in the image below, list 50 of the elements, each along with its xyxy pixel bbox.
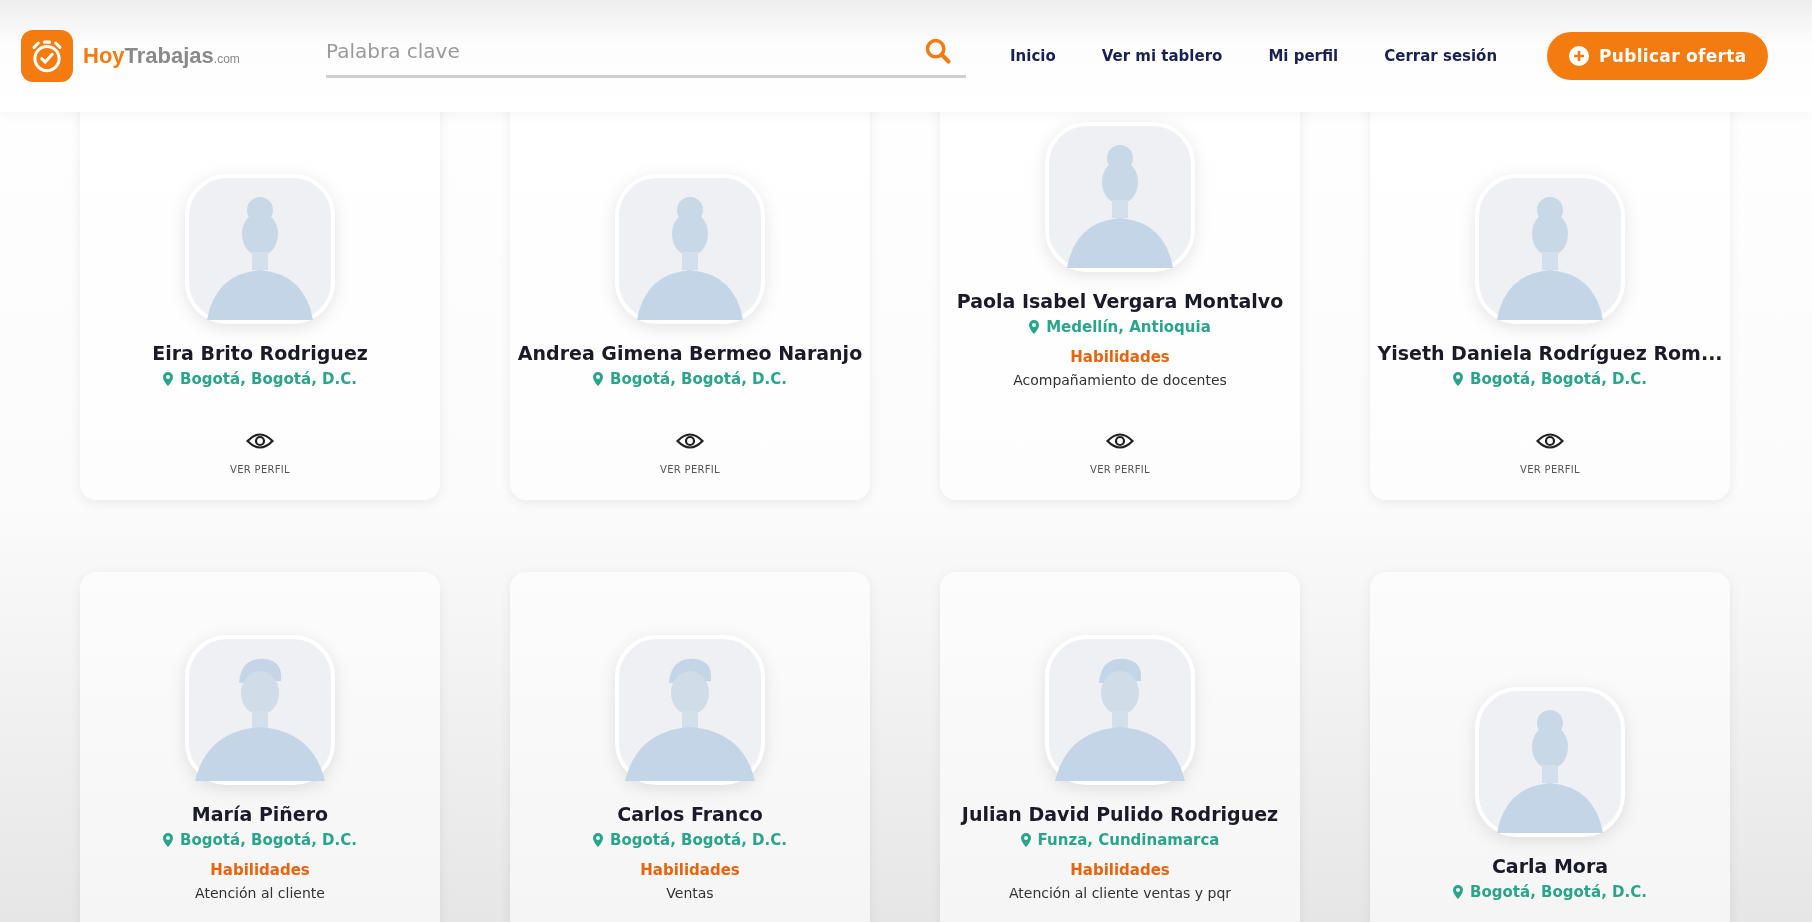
- location-text: Bogotá, Bogotá, D.C.: [610, 831, 787, 849]
- nav-link[interactable]: Mi perfil: [1268, 47, 1339, 65]
- location-text: Medellín, Antioquia: [1046, 318, 1211, 336]
- view-profile-link[interactable]: VER PERFIL: [230, 464, 290, 475]
- skills-label: Habilidades: [1070, 861, 1170, 879]
- skills-label: Habilidades: [640, 861, 740, 879]
- location-text: Bogotá, Bogotá, D.C.: [610, 370, 787, 388]
- skills-label: Habilidades: [1070, 348, 1170, 366]
- location-pin-icon: [1453, 885, 1464, 899]
- location-text: Funza, Cundinamarca: [1037, 831, 1220, 849]
- view-profile-link[interactable]: VER PERFIL: [1090, 464, 1150, 475]
- candidate-name: Carlos Franco: [617, 803, 763, 825]
- candidate-name: Carla Mora: [1491, 855, 1609, 877]
- skills-text: Atención al cliente ventas y pqr: [1008, 885, 1232, 901]
- location-pin-icon: [1029, 320, 1040, 334]
- search-field[interactable]: Palabra clave: [326, 38, 924, 71]
- search-icon[interactable]: [924, 36, 952, 65]
- skills-text: Atención al cliente: [195, 885, 325, 901]
- candidate-name: Yiseth Daniela Rodríguez Rom...: [1377, 342, 1723, 364]
- candidate-name: Andrea Gimena Bermeo Naranjo: [517, 342, 863, 364]
- location-pin-icon: [1453, 372, 1464, 386]
- location-text: Bogotá, Bogotá, D.C.: [180, 370, 357, 388]
- nav-link[interactable]: Inicio: [1010, 47, 1056, 65]
- location-pin-icon: [163, 833, 174, 847]
- location-pin-icon: [593, 372, 604, 386]
- eye-icon[interactable]: [676, 432, 704, 450]
- plus-icon: [1569, 46, 1590, 66]
- eye-icon[interactable]: [246, 432, 274, 450]
- location-text: Bogotá, Bogotá, D.C.: [1470, 883, 1647, 901]
- logo-text[interactable]: HoyTrabajas.com: [83, 43, 240, 69]
- view-profile-link[interactable]: VER PERFIL: [660, 464, 720, 475]
- candidate-name: Julian David Pulido Rodriguez: [961, 803, 1279, 825]
- candidate-name: Paola Isabel Vergara Montalvo: [956, 290, 1284, 312]
- skills-text: Ventas: [666, 885, 714, 901]
- eye-icon[interactable]: [1536, 432, 1564, 450]
- view-profile-link[interactable]: VER PERFIL: [1520, 464, 1580, 475]
- location-pin-icon: [1020, 833, 1031, 847]
- stopwatch-logo-icon[interactable]: [21, 30, 73, 82]
- avatar-icon: [1475, 687, 1625, 837]
- candidate-name: Eira Brito Rodriguez: [152, 342, 368, 364]
- nav-link[interactable]: Ver mi tablero: [1101, 47, 1223, 65]
- eye-icon[interactable]: [1106, 432, 1134, 450]
- location-text: Bogotá, Bogotá, D.C.: [180, 831, 357, 849]
- skills-text: Acompañamiento de docentes: [1013, 372, 1227, 388]
- location-text: Bogotá, Bogotá, D.C.: [1470, 370, 1647, 388]
- candidate-name: María Piñero: [191, 803, 329, 825]
- location-pin-icon: [163, 372, 174, 386]
- location-pin-icon: [593, 833, 604, 847]
- skills-label: Habilidades: [210, 861, 310, 879]
- nav-link[interactable]: Cerrar sesión: [1384, 47, 1498, 65]
